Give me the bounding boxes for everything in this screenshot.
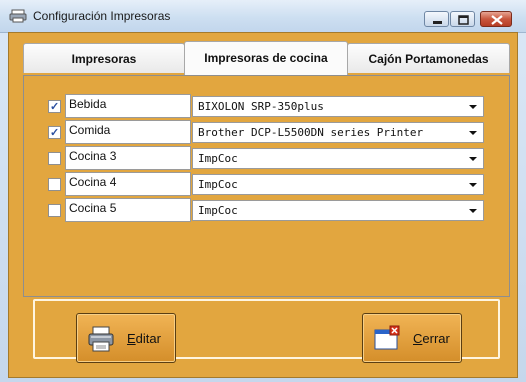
dropdown-arrow-icon	[469, 105, 477, 109]
printer-select-value: Brother DCP-L5500DN series Printer	[198, 126, 424, 139]
checkbox-row-3[interactable]	[48, 152, 61, 165]
tab-impresoras[interactable]: Impresoras	[23, 43, 185, 73]
printer-select[interactable]: Brother DCP-L5500DN series Printer	[192, 122, 484, 143]
printer-name-field[interactable]: Comida	[65, 120, 191, 144]
printer-select-value: BIXOLON SRP-350plus	[198, 100, 324, 113]
checkbox-row-1[interactable]: ✓	[48, 100, 61, 113]
printer-row: Cocina 4 ImpCoc	[24, 172, 511, 196]
close-button[interactable]: Cerrar	[362, 313, 462, 363]
printer-row: Cocina 3 ImpCoc	[24, 146, 511, 170]
printer-select-value: ImpCoc	[198, 178, 238, 191]
tab-impresoras-de-cocina[interactable]: Impresoras de cocina	[184, 41, 348, 75]
check-mark-icon: ✓	[50, 101, 60, 113]
maximize-button[interactable]	[450, 11, 475, 27]
printer-name-field[interactable]: Cocina 5	[65, 198, 191, 222]
printer-select[interactable]: ImpCoc	[192, 200, 484, 221]
close-window-icon	[373, 325, 401, 353]
tab-cajon-portamonedas[interactable]: Cajón Portamonedas	[347, 43, 510, 73]
printer-app-icon	[9, 9, 27, 23]
printer-select[interactable]: ImpCoc	[192, 174, 484, 195]
title-bar[interactable]: Configuración Impresoras	[0, 0, 526, 33]
check-mark-icon: ✓	[50, 127, 60, 139]
checkbox-row-5[interactable]	[48, 204, 61, 217]
printer-name-field[interactable]: Cocina 3	[65, 146, 191, 170]
dropdown-arrow-icon	[469, 157, 477, 161]
printer-select[interactable]: BIXOLON SRP-350plus	[192, 96, 484, 117]
printer-select-value: ImpCoc	[198, 204, 238, 217]
button-panel: Editar Cerrar	[33, 299, 500, 363]
dropdown-arrow-icon	[469, 209, 477, 213]
printer-icon	[87, 325, 115, 353]
edit-button-label: Editar	[127, 331, 161, 346]
dropdown-arrow-icon	[469, 183, 477, 187]
printer-select-value: ImpCoc	[198, 152, 238, 165]
close-button-label: Cerrar	[413, 331, 450, 346]
printer-name-field[interactable]: Bebida	[65, 94, 191, 118]
printer-select[interactable]: ImpCoc	[192, 148, 484, 169]
tab-panel-kitchen-printers: ✓ Bebida BIXOLON SRP-350plus ✓ Comida Br…	[23, 75, 510, 297]
printer-name-field[interactable]: Cocina 4	[65, 172, 191, 196]
printer-row: Cocina 5 ImpCoc	[24, 198, 511, 222]
window: Configuración Impresoras Impresoras Impr…	[0, 0, 526, 382]
checkbox-row-2[interactable]: ✓	[48, 126, 61, 139]
window-title: Configuración Impresoras	[33, 9, 171, 23]
checkbox-row-4[interactable]	[48, 178, 61, 191]
printer-row: ✓ Comida Brother DCP-L5500DN series Prin…	[24, 120, 511, 144]
close-window-button[interactable]	[480, 11, 512, 27]
edit-button[interactable]: Editar	[76, 313, 176, 363]
minimize-button[interactable]	[424, 11, 449, 27]
client-area: Impresoras Impresoras de cocina Cajón Po…	[8, 32, 518, 378]
dropdown-arrow-icon	[469, 131, 477, 135]
printer-row: ✓ Bebida BIXOLON SRP-350plus	[24, 94, 511, 118]
